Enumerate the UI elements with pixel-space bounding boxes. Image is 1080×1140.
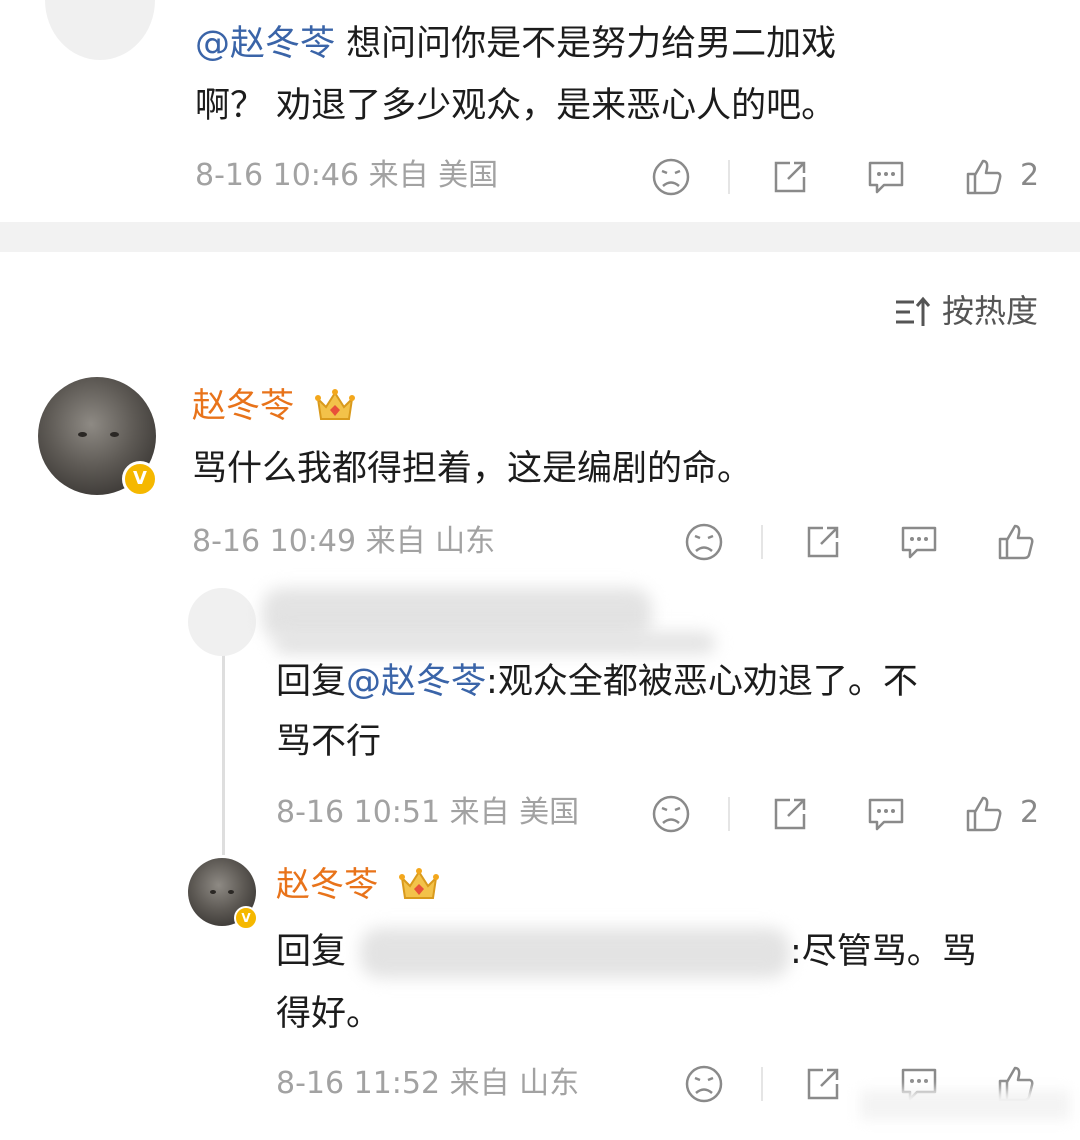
- crown-icon: [398, 864, 440, 908]
- sad-face-icon[interactable]: [651, 157, 691, 197]
- reply-meta: 8-16 11:52 来自 山东: [276, 1066, 580, 1101]
- comment-meta: 8-16 10:49 来自 山东: [192, 524, 496, 559]
- comment-text-line2: 啊？ 劝退了多少观众，是来恶心人的吧。: [195, 86, 837, 126]
- reply-text: 回复@赵冬苓:观众全都被恶心劝退了。不: [276, 662, 918, 702]
- sad-face-icon[interactable]: [684, 522, 724, 562]
- reply-text: :尽管骂。骂: [790, 932, 977, 972]
- mention-link[interactable]: @赵冬苓: [195, 24, 335, 64]
- like-count: 2: [1020, 158, 1040, 193]
- comment-meta: 8-16 10:46 来自 美国: [195, 158, 499, 193]
- reply-text-line2: 骂不行: [276, 722, 382, 762]
- divider: [761, 1067, 763, 1101]
- sad-face-icon[interactable]: [684, 1064, 724, 1104]
- like-icon[interactable]: [964, 794, 1004, 834]
- verified-badge: V: [234, 906, 258, 930]
- divider: [728, 160, 730, 194]
- share-icon[interactable]: [803, 522, 843, 562]
- divider: [761, 525, 763, 559]
- like-count: 2: [1020, 795, 1040, 830]
- sort-by-hot[interactable]: 按热度: [942, 291, 1038, 331]
- sad-face-icon[interactable]: [651, 794, 691, 834]
- avatar[interactable]: [45, 0, 155, 60]
- comment-text: 骂什么我都得担着，这是编剧的命。: [192, 449, 753, 489]
- sort-icon[interactable]: [894, 294, 932, 330]
- crown-icon: [314, 385, 356, 429]
- like-icon[interactable]: [996, 522, 1036, 562]
- share-icon[interactable]: [770, 794, 810, 834]
- share-icon[interactable]: [803, 1064, 843, 1104]
- reply-text-line2: 得好。: [276, 994, 382, 1034]
- mention-link[interactable]: @赵冬苓: [346, 662, 486, 702]
- comment-icon[interactable]: [899, 522, 939, 562]
- avatar[interactable]: [188, 588, 256, 656]
- watermark: [860, 1090, 1070, 1120]
- like-icon[interactable]: [964, 157, 1004, 197]
- share-icon[interactable]: [770, 157, 810, 197]
- section-divider: [0, 222, 1080, 252]
- divider: [728, 797, 730, 831]
- comment-icon[interactable]: [866, 157, 906, 197]
- redacted-blur: [275, 632, 715, 654]
- reply-text-prefix: 回复: [276, 932, 347, 972]
- redacted-mention: [360, 928, 790, 978]
- username[interactable]: 赵冬苓: [192, 386, 294, 426]
- comment-icon[interactable]: [866, 794, 906, 834]
- comment-text: @赵冬苓 想问问你是不是努力给男二加戏: [195, 24, 837, 64]
- reply-meta: 8-16 10:51 来自 美国: [276, 795, 580, 830]
- thread-line: [222, 655, 225, 855]
- username[interactable]: 赵冬苓: [276, 865, 378, 905]
- verified-badge: V: [122, 461, 158, 497]
